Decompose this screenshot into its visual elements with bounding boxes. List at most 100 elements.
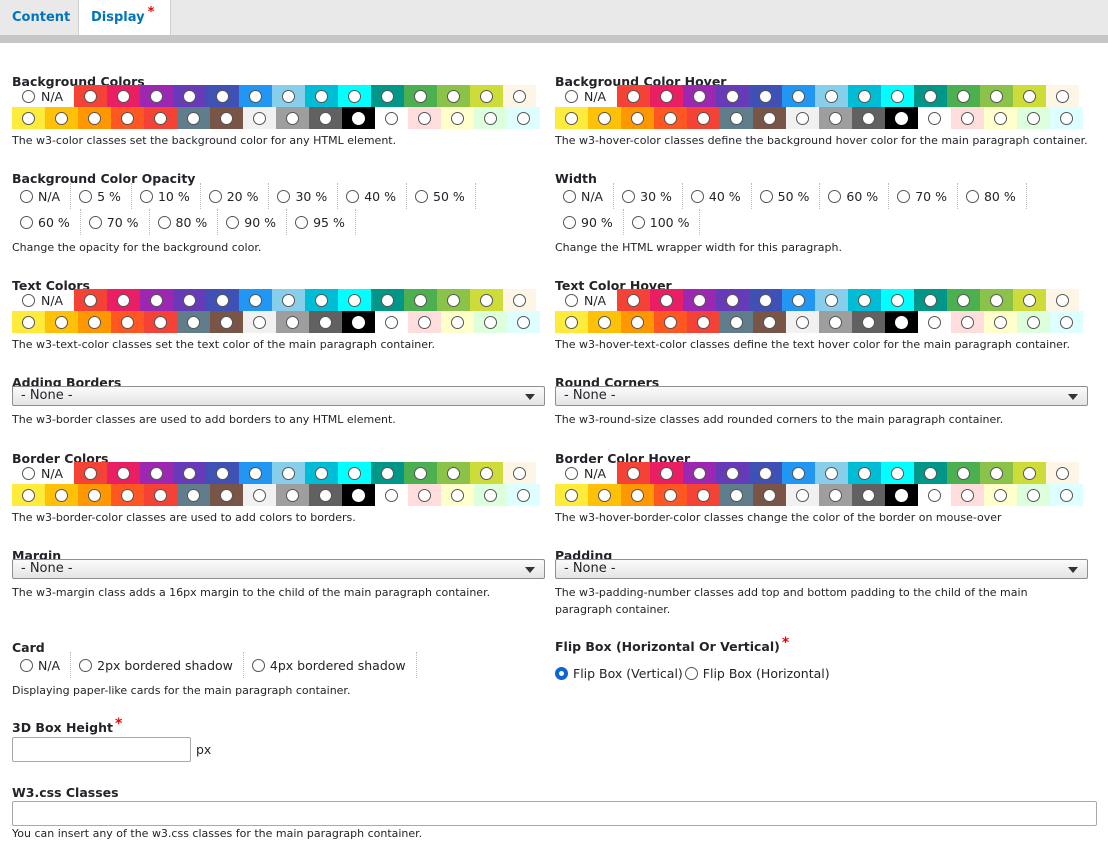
text-hover-swatch[interactable] — [918, 311, 951, 333]
bg-hover-swatch[interactable] — [852, 107, 885, 129]
bg-hover-swatch[interactable] — [753, 107, 786, 129]
adding-borders-select[interactable]: - None - — [12, 386, 545, 406]
text-hover-swatch[interactable] — [980, 289, 1013, 311]
border-hover-swatch[interactable] — [555, 484, 588, 506]
bg-color-swatch[interactable] — [408, 107, 441, 129]
border-color-swatch[interactable] — [239, 462, 272, 484]
bg-opacity-option[interactable]: 50 % — [407, 183, 476, 209]
border-color-swatch[interactable] — [144, 484, 177, 506]
bg-color-swatch[interactable] — [404, 85, 437, 107]
text-hover-swatch[interactable] — [951, 311, 984, 333]
text-color-swatch[interactable] — [507, 311, 540, 333]
text-color-swatch[interactable] — [404, 289, 437, 311]
text-color-swatch[interactable] — [276, 311, 309, 333]
text-color-swatch[interactable] — [173, 289, 206, 311]
border-hover-swatch[interactable] — [980, 462, 1013, 484]
text-hover-swatch[interactable] — [1017, 311, 1050, 333]
bg-color-swatch[interactable] — [210, 107, 243, 129]
border-hover-swatch[interactable] — [1017, 484, 1050, 506]
text-hover-swatch[interactable] — [617, 289, 650, 311]
border-hover-swatch[interactable] — [687, 484, 720, 506]
bg-color-swatch[interactable] — [305, 85, 338, 107]
tab-content[interactable]: Content — [0, 0, 79, 35]
bg-color-swatch[interactable] — [78, 107, 111, 129]
bg-hover-swatch[interactable] — [885, 107, 918, 129]
border-color-swatch[interactable] — [474, 484, 507, 506]
bg-hover-swatch[interactable] — [683, 85, 716, 107]
text-color-swatch[interactable] — [474, 311, 507, 333]
border-hover-swatch[interactable] — [1013, 462, 1046, 484]
bg-color-swatch[interactable] — [272, 85, 305, 107]
text-hover-swatch[interactable] — [786, 311, 819, 333]
bg-color-swatch[interactable] — [309, 107, 342, 129]
bg-hover-swatch[interactable] — [881, 85, 914, 107]
text-hover-swatch[interactable] — [654, 311, 687, 333]
width-option[interactable]: 80 % — [958, 183, 1027, 209]
border-hover-swatch[interactable] — [848, 462, 881, 484]
border-color-swatch[interactable] — [342, 484, 375, 506]
bg-opacity-option[interactable]: 30 % — [269, 183, 339, 209]
border-hover-swatch[interactable] — [716, 462, 749, 484]
text-color-swatch[interactable] — [342, 311, 375, 333]
text-color-swatch[interactable] — [45, 311, 78, 333]
border-color-option-na[interactable]: N/A — [12, 462, 74, 484]
text-color-swatch[interactable] — [12, 311, 45, 333]
bg-hover-swatch[interactable] — [588, 107, 621, 129]
text-hover-swatch[interactable] — [753, 311, 786, 333]
text-hover-swatch[interactable] — [621, 311, 654, 333]
text-color-swatch[interactable] — [338, 289, 371, 311]
bg-color-swatch[interactable] — [206, 85, 239, 107]
border-color-swatch[interactable] — [408, 484, 441, 506]
text-hover-swatch[interactable] — [716, 289, 749, 311]
text-hover-swatch[interactable] — [720, 311, 753, 333]
text-color-swatch[interactable] — [375, 311, 408, 333]
bg-color-swatch[interactable] — [474, 107, 507, 129]
text-hover-swatch[interactable] — [984, 311, 1017, 333]
text-color-swatch[interactable] — [243, 311, 276, 333]
w3css-classes-input[interactable] — [12, 801, 1097, 826]
bg-hover-swatch[interactable] — [1050, 107, 1083, 129]
text-hover-swatch[interactable] — [819, 311, 852, 333]
text-hover-swatch[interactable] — [885, 311, 918, 333]
bg-color-swatch[interactable] — [74, 85, 107, 107]
bg-color-swatch[interactable] — [338, 85, 371, 107]
border-color-swatch[interactable] — [503, 462, 536, 484]
border-color-swatch[interactable] — [74, 462, 107, 484]
text-hover-swatch[interactable] — [815, 289, 848, 311]
bg-color-swatch[interactable] — [470, 85, 503, 107]
border-color-swatch[interactable] — [371, 462, 404, 484]
text-color-swatch[interactable] — [470, 289, 503, 311]
text-hover-swatch[interactable] — [852, 311, 885, 333]
bg-color-swatch[interactable] — [239, 85, 272, 107]
border-color-swatch[interactable] — [243, 484, 276, 506]
text-color-swatch[interactable] — [305, 289, 338, 311]
border-color-swatch[interactable] — [276, 484, 309, 506]
width-option[interactable]: 50 % — [752, 183, 821, 209]
text-hover-option-na[interactable]: N/A — [555, 289, 617, 311]
border-hover-swatch[interactable] — [914, 462, 947, 484]
width-option[interactable]: 60 % — [820, 183, 890, 209]
border-hover-swatch[interactable] — [885, 484, 918, 506]
text-color-swatch[interactable] — [239, 289, 272, 311]
border-hover-swatch[interactable] — [984, 484, 1017, 506]
border-hover-swatch[interactable] — [815, 462, 848, 484]
border-hover-swatch[interactable] — [683, 462, 716, 484]
width-option[interactable]: 90 % — [555, 209, 624, 235]
bg-hover-option-na[interactable]: N/A — [555, 85, 617, 107]
border-color-swatch[interactable] — [177, 484, 210, 506]
bg-color-swatch[interactable] — [111, 107, 144, 129]
border-hover-swatch[interactable] — [881, 462, 914, 484]
text-hover-swatch[interactable] — [782, 289, 815, 311]
text-color-swatch[interactable] — [107, 289, 140, 311]
tab-display[interactable]: Display * — [79, 0, 171, 35]
border-hover-swatch[interactable] — [650, 462, 683, 484]
bg-hover-swatch[interactable] — [617, 85, 650, 107]
border-hover-swatch[interactable] — [852, 484, 885, 506]
border-hover-option-na[interactable]: N/A — [555, 462, 617, 484]
bg-opacity-option[interactable]: 10 % — [132, 183, 201, 209]
border-hover-swatch[interactable] — [819, 484, 852, 506]
text-hover-swatch[interactable] — [588, 311, 621, 333]
flip-option[interactable]: Flip Box (Horizontal) — [684, 660, 832, 686]
text-hover-swatch[interactable] — [1046, 289, 1079, 311]
bg-hover-swatch[interactable] — [782, 85, 815, 107]
